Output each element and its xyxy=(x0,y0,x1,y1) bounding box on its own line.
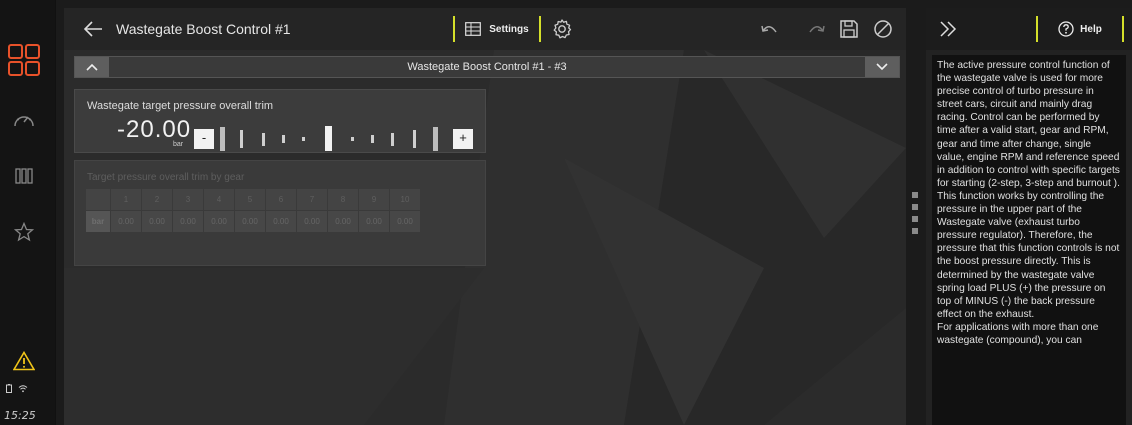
increment-button[interactable]: + xyxy=(453,129,473,149)
table-corner-cell xyxy=(86,189,110,210)
cancel-icon[interactable] xyxy=(872,18,894,40)
gear-header: 2 xyxy=(142,189,172,210)
help-text: The active pressure control function of … xyxy=(932,55,1126,425)
slider-tick xyxy=(371,135,374,143)
gear-header: 7 xyxy=(297,189,327,210)
clock-time: 15:25 xyxy=(4,409,36,422)
gear-header: 8 xyxy=(328,189,358,210)
app-root: 15:25 Wastegate Boost Control #1 Setting… xyxy=(0,0,1132,425)
columns-icon[interactable] xyxy=(0,164,48,188)
gear-header: 1 xyxy=(111,189,141,210)
page-dot[interactable] xyxy=(912,204,918,210)
help-button[interactable]: Help xyxy=(1036,16,1124,42)
section-header[interactable]: Wastegate Boost Control #1 - #3 xyxy=(74,56,900,78)
decrement-button[interactable]: - xyxy=(194,129,214,149)
overall-trim-label: Wastegate target pressure overall trim xyxy=(87,100,274,112)
table-row: bar 0.00 0.00 0.00 0.00 0.00 0.00 0.00 0… xyxy=(86,211,420,232)
table-cell[interactable]: 0.00 xyxy=(266,211,296,232)
table-cell[interactable]: 0.00 xyxy=(204,211,234,232)
save-icon[interactable] xyxy=(838,18,860,40)
gear-trim-table: 1 2 3 4 5 6 7 8 9 10 bar 0.00 0.00 0.00 … xyxy=(85,188,421,233)
table-cell[interactable]: 0.00 xyxy=(142,211,172,232)
gear-header: 5 xyxy=(235,189,265,210)
gear-header: 10 xyxy=(390,189,420,210)
slider-end-mark xyxy=(433,127,438,151)
slider-tick xyxy=(391,133,394,146)
overall-trim-unit: bar xyxy=(173,141,184,148)
chevron-down-icon xyxy=(876,63,888,71)
gear-header: 6 xyxy=(266,189,296,210)
gear-icon[interactable] xyxy=(550,17,574,41)
overall-trim-panel: Wastegate target pressure overall trim -… xyxy=(74,89,486,153)
warning-icon[interactable] xyxy=(0,350,48,372)
page-dot[interactable] xyxy=(912,228,918,234)
section-title: Wastegate Boost Control #1 - #3 xyxy=(407,61,567,73)
slider-tick xyxy=(302,137,305,141)
table-cell[interactable]: 0.00 xyxy=(173,211,203,232)
gear-trim-panel: Target pressure overall trim by gear 1 2… xyxy=(74,160,486,266)
table-cell[interactable]: 0.00 xyxy=(359,211,389,232)
gear-header: 9 xyxy=(359,189,389,210)
table-header-row: 1 2 3 4 5 6 7 8 9 10 xyxy=(86,189,420,210)
gear-header: 3 xyxy=(173,189,203,210)
back-arrow-icon[interactable] xyxy=(82,18,104,40)
table-icon xyxy=(465,22,482,36)
grid-icon[interactable] xyxy=(0,44,48,76)
table-cell[interactable]: 0.00 xyxy=(390,211,420,232)
slider-tick xyxy=(282,135,285,143)
gear-header: 4 xyxy=(204,189,234,210)
main-area: Wastegate Boost Control #1 Settings Wast… xyxy=(64,8,906,425)
settings-label: Settings xyxy=(489,23,529,35)
gear-trim-label: Target pressure overall trim by gear xyxy=(87,172,245,183)
wifi-icon xyxy=(18,385,28,393)
slider-end-mark xyxy=(220,127,225,151)
slider-tick xyxy=(413,130,416,148)
page-indicator xyxy=(912,192,918,240)
table-cell[interactable]: 0.00 xyxy=(235,211,265,232)
settings-button[interactable]: Settings xyxy=(453,16,541,42)
status-icons xyxy=(6,384,28,393)
table-cell[interactable]: 0.00 xyxy=(297,211,327,232)
row-label: bar xyxy=(86,211,110,232)
slider-tick xyxy=(262,133,265,146)
question-icon xyxy=(1058,21,1074,37)
table-cell[interactable]: 0.00 xyxy=(111,211,141,232)
undo-icon[interactable] xyxy=(758,18,780,40)
redo-icon[interactable] xyxy=(806,18,828,40)
dropdown-button[interactable] xyxy=(865,57,899,77)
top-bar: Wastegate Boost Control #1 Settings xyxy=(64,8,906,50)
sidebar: 15:25 xyxy=(0,0,56,425)
slider-tick xyxy=(351,137,354,141)
gauge-icon[interactable] xyxy=(0,108,48,132)
page-dot[interactable] xyxy=(912,192,918,198)
battery-icon xyxy=(6,384,12,393)
table-cell[interactable]: 0.00 xyxy=(328,211,358,232)
help-label: Help xyxy=(1080,23,1102,35)
overall-trim-value[interactable]: -20.00 xyxy=(117,116,191,144)
help-panel: Help The active pressure control functio… xyxy=(926,8,1132,425)
slider-tick xyxy=(240,130,243,148)
help-header: Help xyxy=(926,8,1132,50)
slider-thumb[interactable] xyxy=(325,126,332,151)
star-icon[interactable] xyxy=(0,220,48,244)
page-title: Wastegate Boost Control #1 xyxy=(116,21,291,37)
double-chevron-right-icon[interactable] xyxy=(938,20,958,38)
page-dot[interactable] xyxy=(912,216,918,222)
